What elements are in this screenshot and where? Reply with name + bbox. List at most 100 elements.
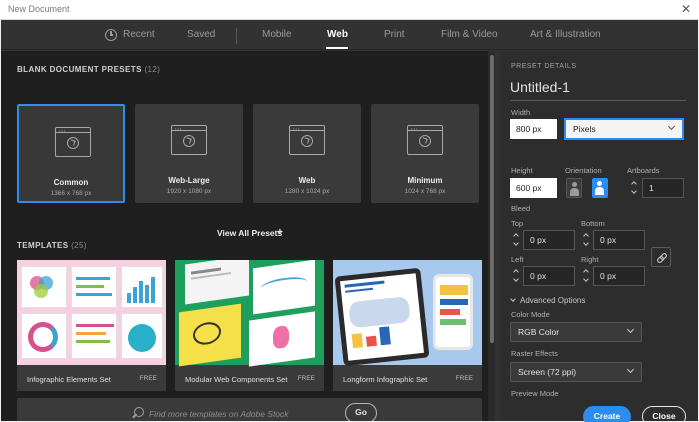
chevron-down-icon — [626, 365, 635, 374]
units-select[interactable]: Pixels — [564, 118, 684, 140]
preset-card-minimum[interactable]: • • • Minimum 1024 x 768 px — [371, 104, 479, 203]
templates-count: (25) — [71, 241, 87, 250]
link-bleed-button[interactable] — [651, 247, 671, 267]
portrait-icon — [572, 182, 577, 187]
bleed-left-stepper[interactable] — [511, 266, 523, 286]
preset-details-panel: PRESET DETAILS Untitled-1 Width 800 px P… — [500, 51, 698, 422]
go-button[interactable]: Go — [345, 403, 377, 421]
bleed-top-label: Top — [511, 219, 524, 228]
chevron-down-icon — [510, 296, 516, 302]
preview-mode-label: Preview Mode — [511, 389, 559, 398]
close-button[interactable]: Close — [642, 406, 686, 422]
preset-name: Common — [53, 178, 89, 187]
window-close-icon[interactable]: ✕ — [681, 2, 691, 16]
template-card-modular-web[interactable]: Modular Web Components Set FREE — [175, 260, 324, 391]
tab-film-video[interactable]: Film & Video — [441, 29, 498, 40]
stock-search-bar: Go — [17, 398, 482, 421]
clock-icon — [105, 29, 117, 41]
bleed-bottom-field[interactable]: 0 px — [593, 230, 645, 250]
window-title: New Document — [8, 4, 70, 14]
width-label: Width — [511, 108, 531, 117]
bleed-right-label: Right — [581, 255, 599, 264]
document-name-underline — [510, 100, 686, 101]
stock-search-field — [127, 404, 341, 421]
advanced-options-toggle[interactable]: Advanced Options — [510, 296, 585, 305]
view-all-presets-link[interactable]: View All Presets — [217, 228, 282, 238]
preset-card-web-large[interactable]: • • • Web-Large 1920 x 1080 px — [135, 104, 243, 203]
artboards-label: Artboards — [627, 166, 660, 175]
height-label: Height — [511, 166, 533, 175]
width-field[interactable]: 800 px — [510, 119, 557, 139]
presets-count: (12) — [144, 65, 161, 74]
search-icon — [134, 407, 144, 417]
chevron-down-icon — [667, 122, 676, 131]
document-name-input[interactable]: Untitled-1 — [510, 79, 570, 95]
tab-art-illustration[interactable]: Art & Illustration — [530, 29, 601, 40]
template-thumbnail — [333, 260, 482, 367]
color-mode-label: Color Mode — [511, 310, 550, 319]
landscape-icon — [597, 181, 602, 186]
units-select-value: Pixels — [573, 124, 596, 134]
web-document-icon: • • • — [171, 125, 207, 155]
bleed-bottom-stepper[interactable] — [581, 230, 593, 250]
preset-name: Web — [298, 176, 316, 185]
bleed-right-stepper[interactable] — [581, 266, 593, 286]
create-button[interactable]: Create — [583, 406, 631, 422]
bleed-left-field[interactable]: 0 px — [523, 266, 575, 286]
presets-heading: BLANK DOCUMENT PRESETS (12) — [17, 65, 161, 74]
tab-web[interactable]: Web — [327, 29, 348, 40]
web-document-icon: • • • — [55, 127, 91, 157]
web-document-icon: • • • — [407, 125, 443, 155]
preset-size: 1366 x 768 px — [50, 190, 92, 197]
preset-card-web[interactable]: • • • Web 1280 x 1024 px — [253, 104, 361, 203]
preset-size: 1024 x 768 px — [404, 188, 446, 195]
color-mode-value: RGB Color — [518, 327, 560, 337]
bleed-left-label: Left — [511, 255, 524, 264]
title-bar: New Document ✕ — [0, 0, 699, 20]
template-card-infographic[interactable]: Infographic Elements Set FREE — [17, 260, 166, 391]
active-tab-indicator — [326, 47, 348, 49]
artboards-field[interactable]: 1 — [642, 178, 684, 198]
bleed-right-field[interactable]: 0 px — [593, 266, 645, 286]
orientation-label: Orientation — [565, 166, 602, 175]
bleed-label: Bleed — [511, 204, 531, 213]
new-document-dialog: Recent Saved Mobile Web Print Film & Vid… — [1, 20, 698, 422]
raster-effects-select[interactable]: Screen (72 ppi) — [510, 362, 642, 382]
preset-size: 1920 x 1080 px — [166, 188, 212, 195]
bleed-top-stepper[interactable] — [511, 230, 523, 250]
template-card-longform[interactable]: Longform Infographic Set FREE — [333, 260, 482, 391]
tab-recent[interactable]: Recent — [123, 29, 155, 40]
preset-name: Minimum — [407, 176, 443, 185]
template-thumbnail — [175, 260, 324, 367]
tab-saved[interactable]: Saved — [187, 29, 215, 40]
template-thumbnail — [17, 260, 166, 365]
plus-icon[interactable]: + — [277, 227, 283, 238]
bleed-top-field[interactable]: 0 px — [523, 230, 575, 250]
preset-card-common[interactable]: • • • Common 1366 x 768 px — [17, 104, 125, 203]
template-name: Longform Infographic Set — [343, 375, 428, 384]
category-tabs: Recent Saved Mobile Web Print Film & Vid… — [1, 20, 698, 50]
artboards-stepper[interactable] — [629, 178, 641, 198]
free-badge: FREE — [455, 375, 473, 382]
preset-name: Web-Large — [168, 176, 210, 185]
chevron-down-icon — [626, 325, 635, 334]
chain-link-icon — [657, 253, 666, 262]
tab-divider — [236, 28, 237, 44]
web-document-icon: • • • — [289, 125, 325, 155]
tab-mobile[interactable]: Mobile — [262, 29, 291, 40]
stock-search-input[interactable] — [149, 406, 339, 421]
preset-details-heading: PRESET DETAILS — [511, 63, 577, 70]
height-field[interactable]: 600 px — [510, 178, 557, 198]
templates-heading: TEMPLATES (25) — [17, 241, 87, 250]
landscape-orientation-button[interactable] — [592, 178, 608, 198]
portrait-orientation-button[interactable] — [566, 178, 582, 198]
bleed-bottom-label: Bottom — [581, 219, 605, 228]
presets-scrollbar-thumb[interactable] — [490, 55, 494, 343]
presets-pane: BLANK DOCUMENT PRESETS (12) • • • Common… — [1, 51, 495, 421]
color-mode-select[interactable]: RGB Color — [510, 322, 642, 342]
template-name: Modular Web Components Set — [185, 375, 288, 384]
raster-effects-value: Screen (72 ppi) — [518, 367, 577, 377]
free-badge: FREE — [139, 375, 157, 382]
free-badge: FREE — [297, 375, 315, 382]
tab-print[interactable]: Print — [384, 29, 405, 40]
